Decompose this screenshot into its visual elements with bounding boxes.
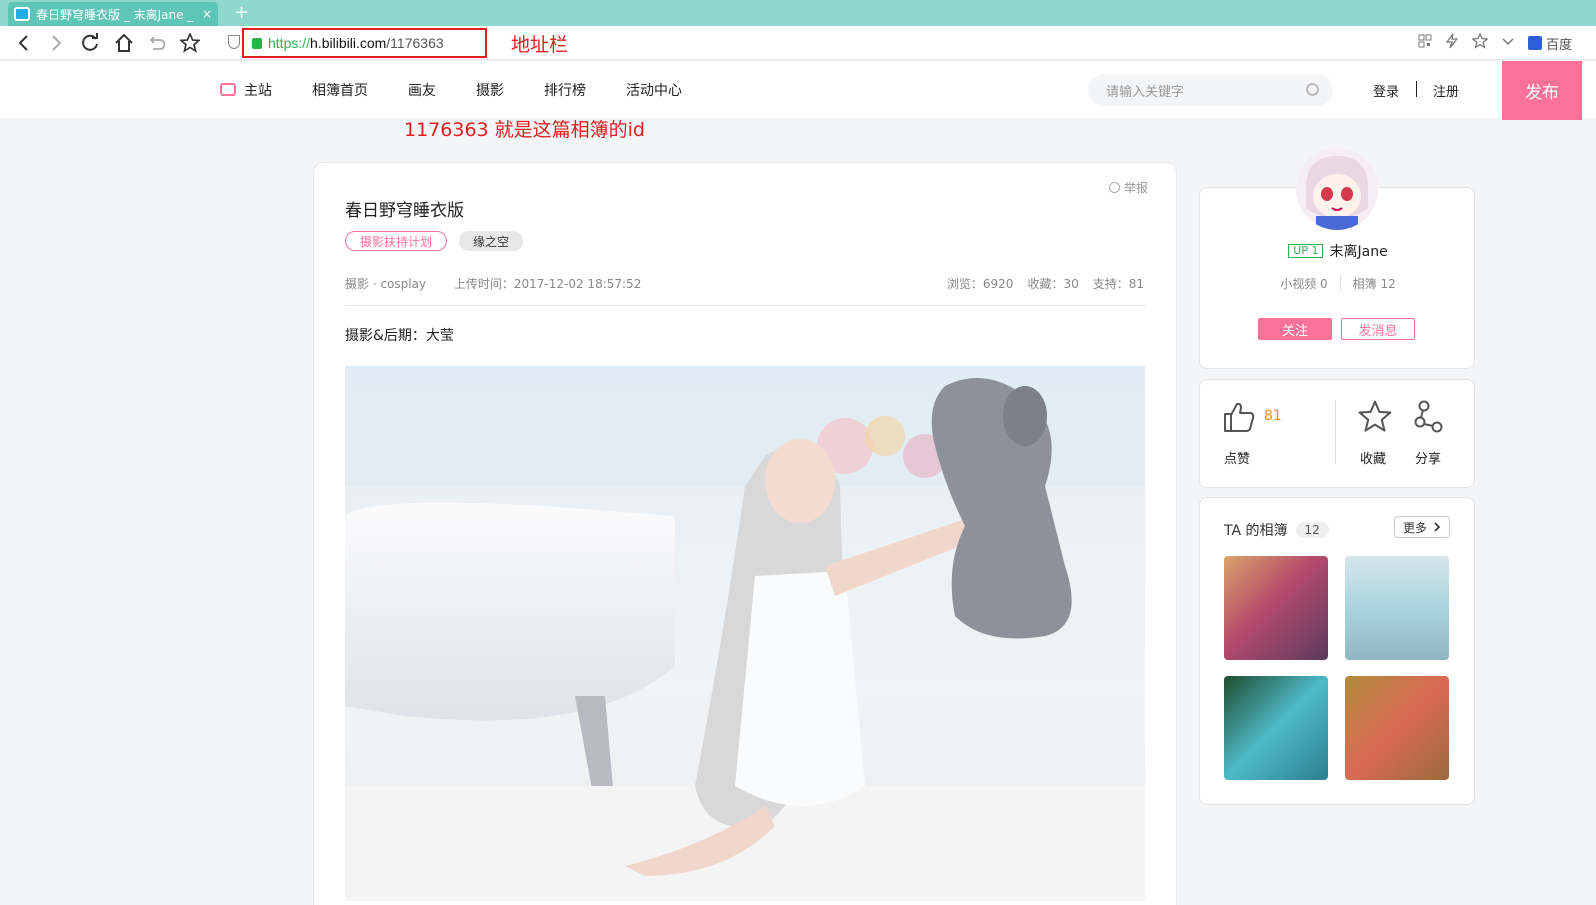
album-stats: 浏览：6920 收藏：30 支持：81 (947, 275, 1144, 292)
ta-albums-panel: TA 的相簿 12 更多 (1199, 497, 1475, 805)
actions-panel: 81 点赞 收藏 分享 (1199, 379, 1475, 488)
lightning-icon[interactable] (1445, 33, 1459, 53)
site-header: 主站 相簿首页 画友 摄影 排行榜 活动中心 请输入关键字 登录 注册 发布 (0, 61, 1596, 120)
nav-main-site-label: 主站 (244, 82, 272, 99)
ta-albums-title-row: TA 的相簿 12 (1224, 520, 1329, 540)
publish-button[interactable]: 发布 (1502, 61, 1582, 120)
search-icon[interactable] (1306, 83, 1319, 96)
address-bar[interactable]: https://h.bilibili.com/1176363 (242, 28, 487, 58)
report-icon (1108, 182, 1120, 193)
cosplay-photo-image (345, 366, 1145, 901)
login-link[interactable]: 登录 (1373, 81, 1399, 100)
avatar[interactable] (1296, 148, 1378, 230)
divider (345, 305, 1145, 306)
nav-main-site[interactable]: 主站 (220, 80, 272, 100)
album-thumbnail[interactable] (1224, 556, 1328, 660)
chevron-down-icon[interactable] (1502, 36, 1514, 51)
favorite-star-outline-icon[interactable] (1358, 400, 1392, 438)
favorite-star-icon[interactable] (1471, 32, 1489, 53)
level-badge: UP 1 (1288, 244, 1324, 258)
view-count: 浏览：6920 (946, 277, 1014, 291)
video-count[interactable]: 小视频 0 (1268, 275, 1339, 292)
more-label: 更多 (1402, 520, 1427, 535)
baidu-icon (1527, 36, 1542, 50)
tab-close-icon[interactable]: × (202, 7, 212, 21)
url-protocol: https:// (268, 35, 311, 51)
url-path: /1176363 (386, 35, 444, 51)
search-input[interactable]: 请输入关键字 (1088, 74, 1333, 106)
report-button[interactable]: 举报 (1108, 179, 1148, 196)
new-tab-button[interactable]: + (234, 2, 249, 23)
search-engine-selector[interactable]: 百度 (1527, 34, 1572, 53)
album-thumbnail[interactable] (1345, 556, 1449, 660)
like-label[interactable]: 点赞 (1224, 448, 1250, 467)
qr-code-icon[interactable] (1418, 34, 1432, 52)
uploader-counts: 小视频 0 相簿 12 (1200, 275, 1476, 292)
home-icon[interactable] (112, 31, 136, 55)
register-link[interactable]: 注册 (1433, 81, 1459, 100)
follow-button[interactable]: 关注 (1258, 318, 1332, 340)
bilibili-favicon-icon (14, 7, 30, 21)
like-count: 81 (1264, 408, 1282, 424)
ta-albums-count: 12 (1295, 522, 1329, 538)
album-photo[interactable] (345, 366, 1145, 901)
forward-icon[interactable] (44, 31, 68, 55)
undo-close-icon[interactable] (144, 31, 168, 55)
actions-divider (1335, 400, 1336, 464)
share-icon[interactable] (1414, 400, 1444, 438)
search-placeholder: 请输入关键字 (1106, 84, 1185, 100)
support-count: 支持：81 (1092, 277, 1144, 291)
album-tags: 摄影扶持计划 缘之空 (345, 231, 524, 251)
album-id-annotation: 1176363 就是这篇相簿的id (404, 119, 645, 141)
thumbs-up-icon[interactable] (1222, 400, 1256, 438)
nav-events[interactable]: 活动中心 (626, 80, 682, 100)
security-shield-icon (228, 35, 240, 49)
address-bar-annotation: 地址栏 (511, 34, 569, 56)
browser-toolbar-right: 百度 (1418, 26, 1572, 60)
chevron-right-icon (1434, 522, 1441, 532)
tv-icon (220, 83, 236, 96)
browser-tab-bar: 春日野穹睡衣版 _ 末离Jane _ × + (0, 0, 1596, 26)
album-card: 举报 春日野穹睡衣版 摄影扶持计划 缘之空 摄影 · cosplay 上传时间：… (313, 162, 1177, 905)
browser-tab[interactable]: 春日野穹睡衣版 _ 末离Jane _ × (8, 2, 218, 26)
share-label[interactable]: 分享 (1415, 448, 1441, 467)
site-nav: 主站 相簿首页 画友 摄影 排行榜 活动中心 (220, 61, 722, 118)
nav-painters[interactable]: 画友 (408, 80, 436, 100)
photo-credit: 摄影&后期：大莹 (345, 328, 454, 344)
browser-nav-bar: https://h.bilibili.com/1176363 地址栏 百度 (0, 26, 1596, 60)
tab-title: 春日野穹睡衣版 _ 末离Jane _ (36, 7, 194, 22)
album-thumbnail[interactable] (1224, 676, 1328, 780)
lock-icon (252, 37, 262, 49)
upload-time: 上传时间：2017-12-02 18:57:52 (453, 277, 642, 291)
login-divider (1416, 81, 1417, 97)
album-meta: 摄影 · cosplay 上传时间：2017-12-02 18:57:52 (345, 275, 641, 292)
favorite-label[interactable]: 收藏 (1360, 448, 1386, 467)
ta-albums-title: TA 的相簿 (1224, 523, 1288, 539)
search-engine-label: 百度 (1545, 37, 1572, 53)
tag-yosuga[interactable]: 缘之空 (459, 231, 524, 251)
message-button[interactable]: 发消息 (1341, 318, 1415, 340)
reload-icon[interactable] (78, 31, 102, 55)
more-button[interactable]: 更多 (1394, 516, 1450, 538)
nav-ranking[interactable]: 排行榜 (544, 80, 586, 100)
album-thumbnail[interactable] (1345, 676, 1449, 780)
uploader-name[interactable]: 末离Jane (1329, 241, 1387, 261)
album-count[interactable]: 相簿 12 (1341, 275, 1408, 292)
uploader-name-row: UP 1 末离Jane (1200, 241, 1476, 261)
favorite-count: 收藏：30 (1027, 277, 1079, 291)
nav-photography[interactable]: 摄影 (476, 80, 504, 100)
avatar-image (1296, 148, 1378, 230)
report-label: 举报 (1123, 181, 1148, 195)
url-host: h.bilibili.com (310, 35, 387, 51)
back-icon[interactable] (12, 31, 36, 55)
bookmark-star-icon[interactable] (178, 31, 202, 55)
album-category: 摄影 · cosplay (345, 277, 427, 291)
nav-album-home[interactable]: 相簿首页 (312, 80, 368, 100)
tag-photo-support[interactable]: 摄影扶持计划 (345, 231, 448, 251)
album-title: 春日野穹睡衣版 (345, 201, 464, 221)
